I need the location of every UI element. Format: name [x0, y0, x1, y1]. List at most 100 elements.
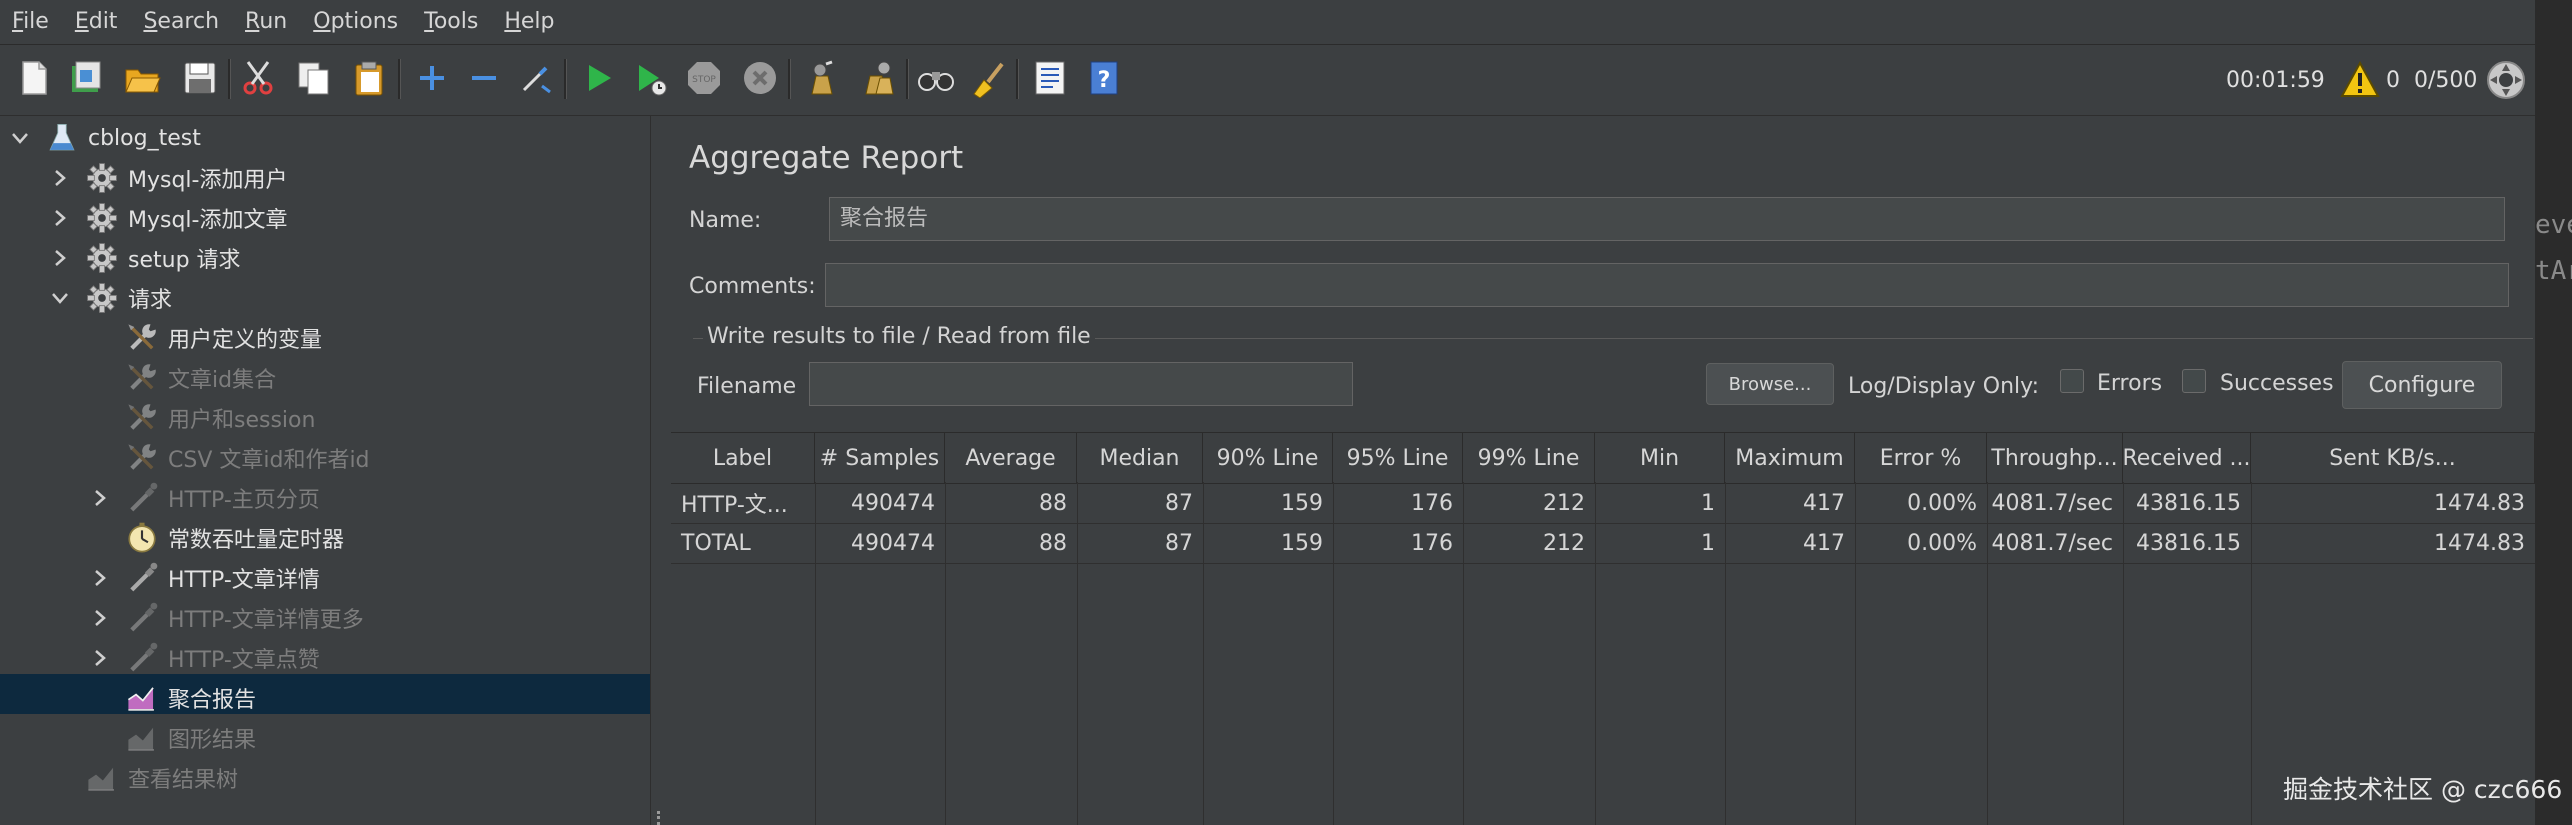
successes-checkbox[interactable] [2182, 369, 2206, 393]
column-header[interactable]: Median [1077, 433, 1203, 483]
tree-node-label: Mysql-添加用户 [128, 168, 288, 193]
expand-icon[interactable] [410, 56, 454, 100]
chevron-right-icon[interactable] [90, 638, 110, 678]
chevron-down-icon[interactable] [10, 118, 30, 158]
reset-search-icon[interactable] [966, 56, 1010, 100]
menu-item[interactable]: Help [492, 0, 568, 44]
table-cell: 490474 [851, 530, 935, 556]
wrench-icon [124, 400, 160, 436]
tree-node[interactable]: 请求 [50, 278, 172, 318]
chevron-right-icon[interactable] [90, 558, 110, 598]
save-icon[interactable] [178, 56, 222, 100]
wrench-icon [124, 320, 160, 356]
comments-field[interactable] [825, 263, 2509, 307]
tree-node-label: CSV 文章id和作者id [168, 448, 370, 473]
column-header[interactable]: Sent KB/s... [2251, 433, 2535, 483]
clear-icon[interactable] [800, 56, 844, 100]
tree-node[interactable]: HTTP-文章点赞 [90, 638, 320, 678]
column-header[interactable]: 90% Line [1203, 433, 1333, 483]
tree-node-label: HTTP-文章点赞 [168, 648, 320, 673]
help-icon[interactable]: ? [1082, 56, 1126, 100]
column-header[interactable]: Maximum [1725, 433, 1855, 483]
chevron-right-icon[interactable] [90, 478, 110, 518]
search-icon[interactable] [914, 56, 958, 100]
browse-button[interactable]: Browse... [1706, 363, 1834, 405]
tree-node[interactable]: 文章id集合 [90, 358, 276, 398]
menu-label: ile [23, 9, 49, 34]
chevron-down-icon[interactable] [50, 278, 70, 318]
column-header[interactable]: Error % [1855, 433, 1987, 483]
tree-node[interactable]: 用户定义的变量 [90, 318, 322, 358]
tree-node[interactable]: HTTP-文章详情 [90, 558, 320, 598]
new-icon[interactable] [12, 56, 56, 100]
open-icon[interactable] [120, 56, 164, 100]
remote-status-icon[interactable] [2486, 45, 2526, 115]
menu-item[interactable]: Edit [63, 0, 132, 44]
clear-all-icon[interactable] [856, 56, 900, 100]
name-field[interactable]: 聚合报告 [829, 197, 2505, 241]
warning-icon[interactable] [2340, 45, 2380, 115]
table-row[interactable]: TOTAL 490474 88 87 159 176 212 1 417 0.00% 4081.7/… [671, 523, 2535, 564]
tree-node[interactable]: 聚合报告 [90, 678, 256, 718]
filename-field[interactable] [809, 362, 1353, 406]
wrench-icon [124, 360, 160, 396]
table-cell: 490474 [851, 490, 935, 516]
splitter[interactable] [650, 116, 667, 825]
wrench-icon [124, 440, 160, 476]
column-header[interactable]: Label [671, 433, 815, 483]
menu-item[interactable]: Options [301, 0, 412, 44]
column-header[interactable]: Average [945, 433, 1077, 483]
tree-node[interactable]: HTTP-主页分页 [90, 478, 320, 518]
menu-item[interactable]: Search [131, 0, 233, 44]
tree-node[interactable]: Mysql-添加用户 [50, 158, 287, 198]
collapse-icon[interactable] [462, 56, 506, 100]
chevron-right-icon[interactable] [50, 238, 70, 278]
configure-button[interactable]: Configure [2342, 361, 2502, 409]
stop-icon[interactable]: STOP [682, 56, 726, 100]
menu-item[interactable]: Run [233, 0, 301, 44]
table-cell: 88 [1039, 490, 1067, 516]
column-header[interactable]: Throughp... [1987, 433, 2123, 483]
tree-node[interactable]: 查看结果树 [50, 758, 238, 798]
paste-icon[interactable] [348, 56, 392, 100]
column-header[interactable]: Min [1595, 433, 1725, 483]
errors-checkbox[interactable] [2060, 369, 2084, 393]
tree-node[interactable]: HTTP-文章详情更多 [90, 598, 364, 638]
column-header[interactable]: Received ... [2123, 433, 2251, 483]
start-no-timers-icon[interactable] [628, 56, 672, 100]
table-cell: 4081.7/sec [1991, 530, 2113, 556]
svg-text:?: ? [1098, 68, 1111, 93]
function-helper-icon[interactable] [1028, 56, 1072, 100]
tree-node[interactable]: setup 请求 [50, 238, 241, 278]
column-header[interactable]: # Samples [815, 433, 945, 483]
menu-item[interactable]: Tools [412, 0, 492, 44]
templates-icon[interactable] [64, 56, 108, 100]
chevron-right-icon[interactable] [50, 158, 70, 198]
tree-node[interactable]: Mysql-添加文章 [50, 198, 287, 238]
chevron-right-icon[interactable] [90, 598, 110, 638]
menu-item[interactable]: File [0, 0, 63, 44]
shutdown-icon[interactable] [738, 56, 782, 100]
tree-node[interactable]: 常数吞吐量定时器 [90, 518, 344, 558]
tree-node-label: 常数吞吐量定时器 [168, 528, 345, 553]
table-row[interactable]: HTTP-文... 490474 88 87 159 176 212 1 417 0.00% 408… [671, 483, 2535, 524]
graph-icon [124, 720, 160, 756]
table-cell: HTTP-文... [681, 493, 788, 518]
cut-icon[interactable] [236, 56, 280, 100]
toggle-icon[interactable] [514, 56, 558, 100]
column-header[interactable]: 99% Line [1463, 433, 1595, 483]
tree-node[interactable]: CSV 文章id和作者id [90, 438, 370, 478]
table-cell: 417 [1803, 490, 1845, 516]
tree-node[interactable]: 用户和session [90, 398, 315, 438]
tree-node[interactable]: cblog_test [10, 118, 201, 158]
tree-node[interactable]: 图形结果 [90, 718, 256, 758]
start-icon[interactable] [576, 56, 620, 100]
copy-icon[interactable] [292, 56, 336, 100]
name-label: Name: [689, 208, 762, 233]
tree-node-label: HTTP-文章详情更多 [168, 608, 364, 633]
tree-node-label: HTTP-主页分页 [168, 488, 320, 513]
column-header[interactable]: 95% Line [1333, 433, 1463, 483]
chevron-right-icon[interactable] [50, 198, 70, 238]
